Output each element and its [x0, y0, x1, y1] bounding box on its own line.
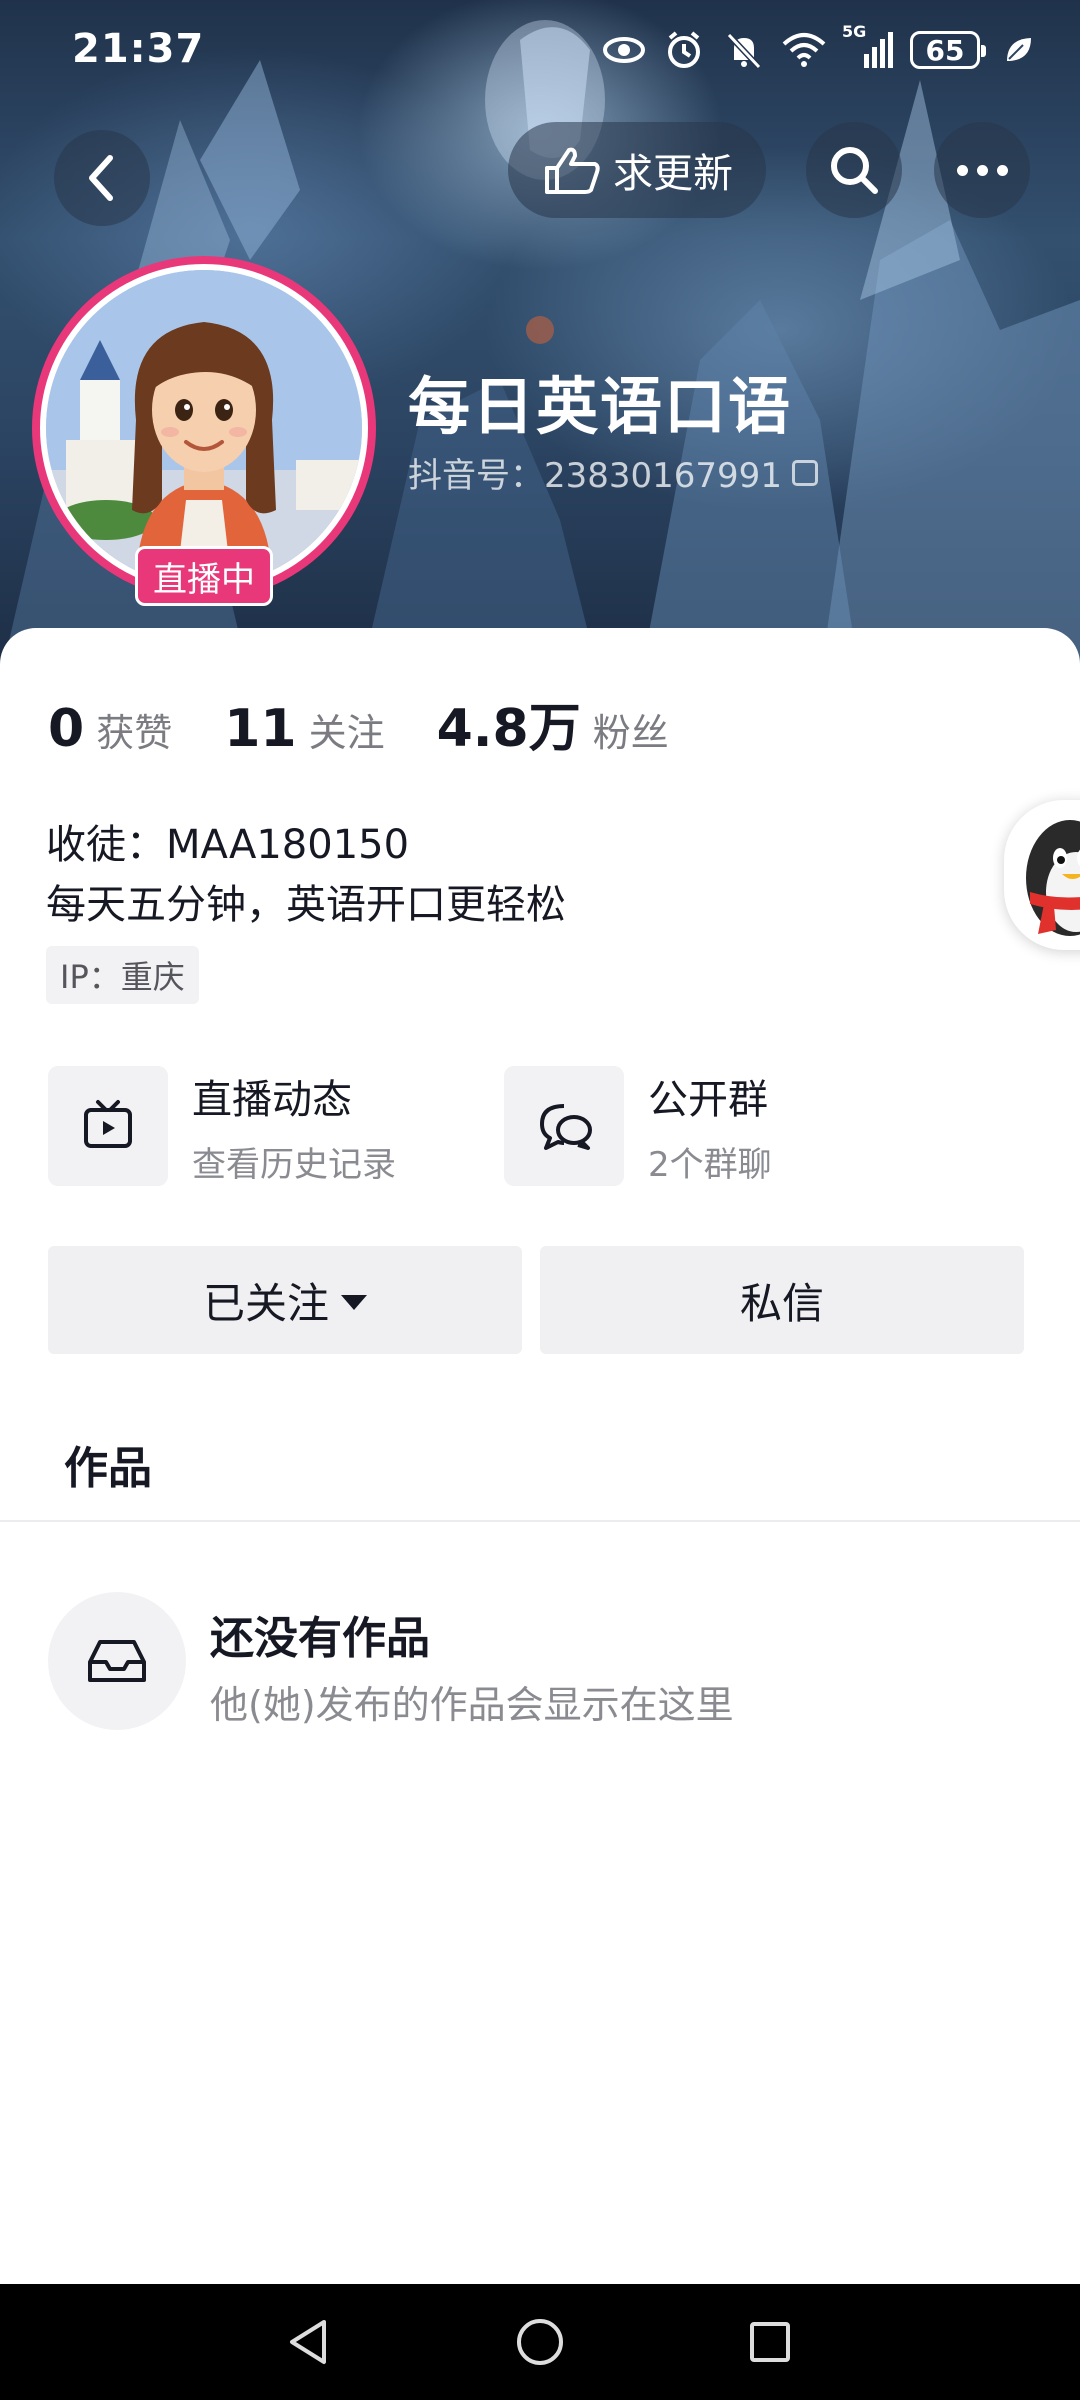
nav-home-button[interactable] — [510, 2312, 570, 2372]
nav-back-button[interactable] — [278, 2312, 338, 2372]
profile-card: 0 获赞 11 关注 4.8万 粉丝 收徒：MAA180150 每天五分钟，英语… — [0, 628, 1080, 2284]
stat-likes: 0 获赞 — [48, 699, 172, 759]
back-button[interactable] — [54, 130, 150, 226]
inbox-icon — [48, 1592, 186, 1730]
back-icon — [89, 155, 113, 201]
live-history-title: 直播动态 — [192, 1076, 352, 1123]
profile-name: 每日英语口语 — [408, 370, 793, 443]
eye-icon — [602, 28, 646, 72]
stats-row: 0 获赞 11 关注 4.8万 粉丝 — [48, 686, 721, 761]
leaf-icon — [996, 28, 1040, 72]
live-badge[interactable]: 直播中 — [135, 546, 273, 606]
ip-location-tag: IP：重庆 — [46, 946, 199, 1004]
network-type: 5G — [842, 22, 867, 41]
system-nav-bar — [0, 2284, 1080, 2400]
qq-float-button[interactable] — [1004, 800, 1080, 950]
public-group-title: 公开群 — [648, 1076, 768, 1123]
status-bar: 21:37 5G 65 — [0, 0, 1080, 100]
stat-followers[interactable]: 4.8万 粉丝 — [437, 686, 669, 761]
caret-down-icon — [341, 1294, 367, 1310]
search-icon — [831, 147, 878, 194]
profile-banner: 21:37 5G 65 求更新 直播中 每日英语口语 抖音号：238301679… — [0, 0, 1080, 680]
stat-value: 0 — [48, 699, 85, 759]
status-icons: 5G 65 — [602, 22, 1040, 72]
status-time: 21:37 — [72, 26, 205, 72]
more-icon — [956, 164, 1008, 176]
bell-off-icon — [722, 28, 766, 72]
wifi-icon — [782, 28, 826, 72]
stat-label: 关注 — [308, 711, 385, 755]
empty-state-subtitle: 他(她)发布的作品会显示在这里 — [210, 1683, 734, 1727]
followed-button[interactable]: 已关注 — [48, 1246, 522, 1354]
chat-bubbles-icon — [504, 1066, 624, 1186]
bio-line-2: 每天五分钟，英语开口更轻松 — [46, 882, 566, 928]
stat-value: 11 — [224, 699, 297, 759]
nav-recents-icon — [750, 2322, 790, 2362]
douyin-id[interactable]: 抖音号：23830167991 — [408, 448, 818, 497]
battery-indicator: 65 — [910, 31, 986, 69]
stat-label: 获赞 — [96, 711, 173, 755]
stat-label: 粉丝 — [592, 711, 669, 755]
nav-recents-button[interactable] — [740, 2312, 800, 2372]
douyin-id-text: 抖音号：23830167991 — [408, 456, 782, 496]
message-button[interactable]: 私信 — [540, 1246, 1024, 1354]
request-update-label: 求更新 — [613, 151, 733, 197]
more-button[interactable] — [934, 122, 1030, 218]
nav-home-icon — [517, 2319, 563, 2365]
followed-label: 已关注 — [202, 1278, 329, 1328]
search-button[interactable] — [806, 122, 902, 218]
tab-divider — [0, 1520, 1080, 1522]
message-label: 私信 — [739, 1278, 824, 1328]
tab-works[interactable]: 作品 — [64, 1432, 152, 1496]
live-history-subtitle: 查看历史记录 — [192, 1144, 396, 1185]
signal-icon: 5G — [842, 22, 894, 72]
tv-play-icon — [48, 1066, 168, 1186]
alarm-icon — [662, 28, 706, 72]
empty-state-title: 还没有作品 — [210, 1613, 430, 1664]
public-group-entry[interactable]: 公开群 2个群聊 — [504, 1066, 772, 1186]
qq-penguin-icon — [1026, 820, 1080, 936]
avatar — [46, 270, 362, 586]
stat-following[interactable]: 11 关注 — [224, 699, 384, 759]
copy-icon[interactable] — [791, 459, 818, 486]
public-group-subtitle: 2个群聊 — [648, 1144, 772, 1185]
stat-value: 4.8万 — [436, 699, 581, 759]
request-update-button[interactable]: 求更新 — [508, 122, 766, 218]
hand-point-icon — [545, 147, 600, 194]
nav-back-icon — [290, 2320, 326, 2364]
bio-line-1: 收徒：MAA180150 — [46, 822, 410, 868]
live-history-entry[interactable]: 直播动态 查看历史记录 — [48, 1066, 396, 1186]
